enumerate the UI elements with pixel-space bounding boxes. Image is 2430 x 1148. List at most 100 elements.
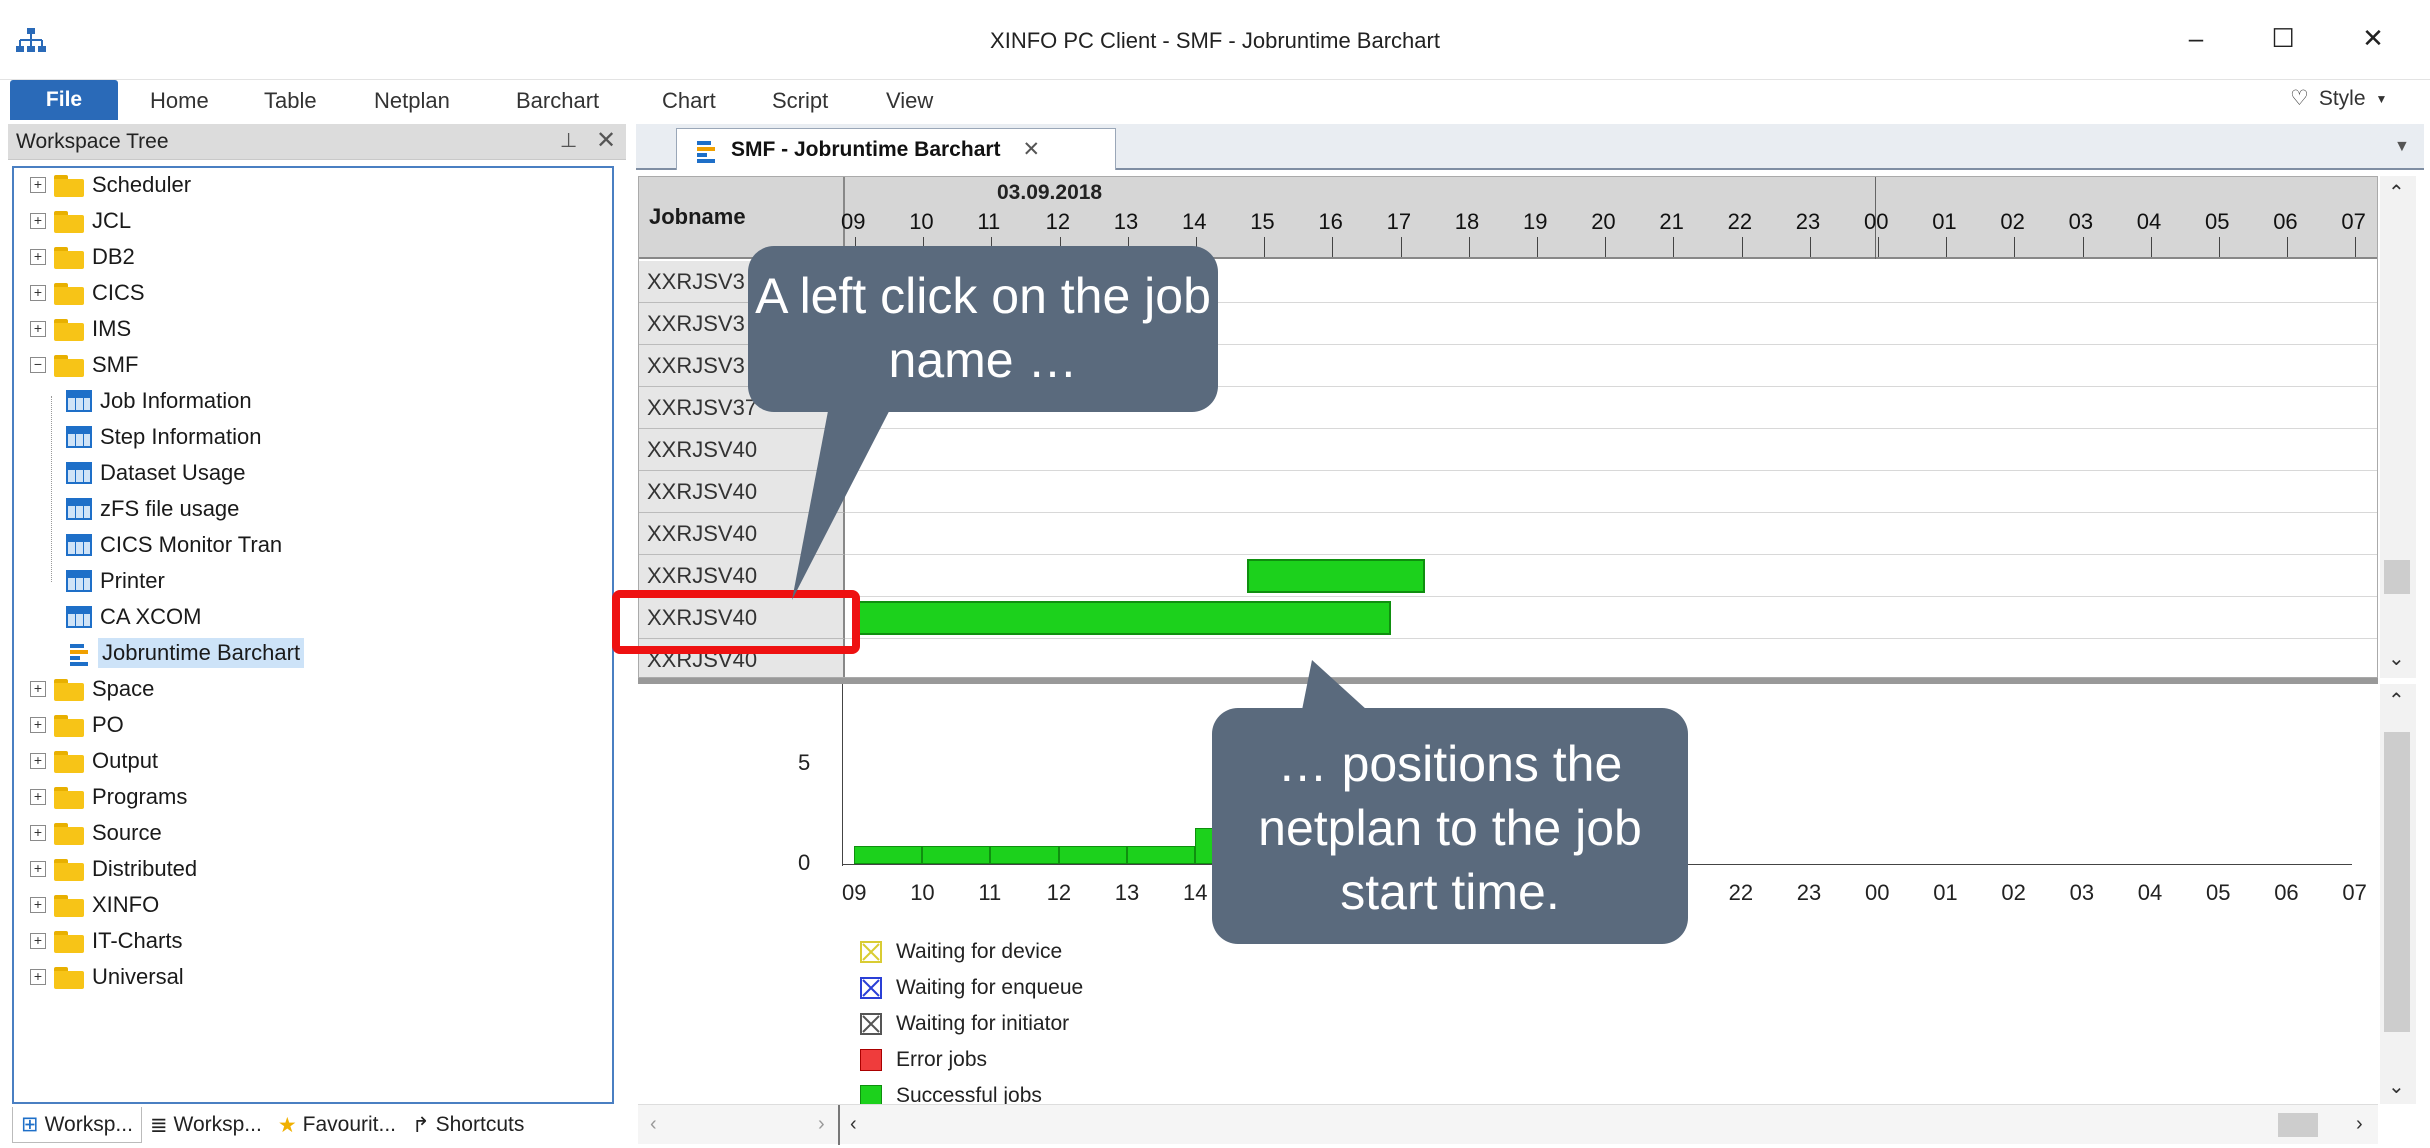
tree-item-db2[interactable]: + DB2 — [30, 240, 135, 274]
highlight-jobname-box — [612, 590, 860, 654]
tab-workspace-tree[interactable]: ⊞ Worksp... — [12, 1107, 142, 1143]
hour-label: 14 — [1182, 209, 1207, 234]
scroll-down-icon[interactable]: ⌄ — [2388, 646, 2405, 671]
tree-item-space[interactable]: + Space — [30, 672, 154, 706]
tree-item-scheduler[interactable]: + Scheduler — [30, 168, 191, 202]
tree-item-ims[interactable]: + IMS — [30, 312, 131, 346]
expand-icon[interactable]: + — [30, 681, 46, 697]
histogram-bar — [922, 846, 991, 864]
hour-tick — [1332, 237, 1334, 257]
hour-label: 11 — [977, 209, 1001, 234]
tab-file[interactable]: File — [10, 80, 118, 120]
window-title: XINFO PC Client - SMF - Jobruntime Barch… — [990, 28, 1440, 53]
scroll-right-icon[interactable]: › — [818, 1113, 825, 1136]
gantt-scrollbar[interactable]: ⌃ ⌄ — [2380, 176, 2416, 678]
table-icon — [66, 498, 92, 520]
tree-item-job-information[interactable]: Job Information — [66, 384, 252, 418]
scroll-thumb[interactable] — [2278, 1113, 2318, 1137]
scroll-up-icon[interactable]: ⌃ — [2388, 180, 2405, 205]
tab-chart[interactable]: Chart — [662, 88, 716, 114]
scroll-left-icon[interactable]: ‹ — [850, 1113, 857, 1136]
expand-icon[interactable]: + — [30, 825, 46, 841]
scroll-down-icon[interactable]: ⌄ — [2388, 1074, 2405, 1099]
tree-item-output[interactable]: + Output — [30, 744, 158, 778]
close-tab-icon[interactable]: ✕ — [1023, 137, 1041, 162]
table-icon — [66, 570, 92, 592]
tree-item-jobruntime-barchart[interactable]: Jobruntime Barchart — [66, 636, 305, 670]
tree-item-source[interactable]: + Source — [30, 816, 162, 850]
tab-favourites[interactable]: ★ Favourit... — [270, 1107, 404, 1143]
collapse-icon[interactable]: − — [30, 357, 46, 373]
tree-item-ca-xcom[interactable]: CA XCOM — [66, 600, 201, 634]
table-icon — [66, 606, 92, 628]
job-name-cell[interactable]: XXRJSV40 — [639, 429, 845, 471]
tree-item-cics-monitor-tran[interactable]: CICS Monitor Tran — [66, 528, 282, 562]
tree-item-zfs-file-usage[interactable]: zFS file usage — [66, 492, 239, 526]
x-tick-label: 12 — [1046, 880, 1072, 905]
tab-jobruntime-barchart[interactable]: SMF - Jobruntime Barchart ✕ — [676, 128, 1116, 170]
tab-script[interactable]: Script — [772, 88, 828, 114]
expand-icon[interactable]: + — [30, 177, 46, 193]
expand-icon[interactable]: + — [30, 969, 46, 985]
tree-item-label: Programs — [92, 784, 188, 809]
x-tick-label: 07 — [2342, 880, 2367, 905]
tab-home[interactable]: Home — [150, 88, 209, 114]
hour-tick — [2355, 237, 2357, 257]
tree-item-po[interactable]: + PO — [30, 708, 124, 742]
expand-icon[interactable]: + — [30, 213, 46, 229]
expand-icon[interactable]: + — [30, 249, 46, 265]
hour-label: 21 — [1659, 209, 1684, 234]
tree-item-printer[interactable]: Printer — [66, 564, 165, 598]
tree-item-jcl[interactable]: + JCL — [30, 204, 131, 238]
legend-item-waiting-initiator: Waiting for initiator — [860, 1006, 1083, 1042]
expand-icon[interactable]: + — [30, 789, 46, 805]
expand-icon[interactable]: + — [30, 717, 46, 733]
histogram-scrollbar[interactable]: ⌃ ⌄ — [2380, 684, 2416, 1104]
tree-item-dataset-usage[interactable]: Dataset Usage — [66, 456, 246, 490]
tree-item-programs[interactable]: + Programs — [30, 780, 187, 814]
hour-tick — [2150, 237, 2152, 257]
document-tab-label: SMF - Jobruntime Barchart — [731, 137, 1001, 161]
expand-icon[interactable]: + — [30, 933, 46, 949]
maximize-button[interactable]: ☐ — [2255, 18, 2311, 58]
tree-item-cics[interactable]: + CICS — [30, 276, 145, 310]
tab-shortcuts[interactable]: ↱ Shortcuts — [404, 1107, 532, 1143]
pin-icon[interactable]: ⊥ — [560, 128, 577, 153]
expand-icon[interactable]: + — [30, 753, 46, 769]
tab-netplan[interactable]: Netplan — [374, 88, 450, 114]
job-name-cell[interactable]: XXRJSV40 — [639, 513, 845, 555]
scroll-thumb[interactable] — [2384, 560, 2410, 594]
expand-icon[interactable]: + — [30, 321, 46, 337]
job-runtime-bar[interactable] — [853, 601, 1391, 635]
tab-view[interactable]: View — [886, 88, 933, 114]
style-menu[interactable]: ♡ Style ▼ — [2290, 86, 2387, 111]
tree-item-universal[interactable]: + Universal — [30, 960, 184, 994]
tree-item-smf[interactable]: − SMF — [30, 348, 138, 382]
tab-dropdown-icon[interactable]: ▼ — [2394, 138, 2410, 156]
tree-item-step-information[interactable]: Step Information — [66, 420, 261, 454]
tab-table[interactable]: Table — [264, 88, 317, 114]
job-runtime-bar[interactable] — [1247, 559, 1425, 593]
minimize-button[interactable]: – — [2168, 18, 2224, 58]
scroll-up-icon[interactable]: ⌃ — [2388, 688, 2405, 713]
hour-tick — [1400, 237, 1402, 257]
expand-icon[interactable]: + — [30, 897, 46, 913]
close-button[interactable]: ✕ — [2345, 18, 2401, 58]
tree-item-distributed[interactable]: + Distributed — [30, 852, 197, 886]
tab-workspace-list[interactable]: ≣ Worksp... — [142, 1107, 270, 1143]
expand-icon[interactable]: + — [30, 285, 46, 301]
ribbon-tabs: File Home Table Netplan Barchart Chart S… — [0, 80, 2430, 124]
tree-item-label: XINFO — [92, 892, 160, 917]
horizontal-scrollbar[interactable]: ‹ › ‹ › — [638, 1104, 2378, 1145]
expand-icon[interactable]: + — [30, 861, 46, 877]
scroll-right-icon[interactable]: › — [2356, 1113, 2363, 1136]
close-panel-icon[interactable]: ✕ — [596, 126, 616, 155]
tree-item-xinfo[interactable]: + XINFO — [30, 888, 159, 922]
tab-barchart[interactable]: Barchart — [516, 88, 599, 114]
job-name-cell[interactable]: XXRJSV40 — [639, 471, 845, 513]
scroll-left-icon[interactable]: ‹ — [650, 1113, 657, 1136]
tree-item-it-charts[interactable]: + IT-Charts — [30, 924, 182, 958]
folder-icon — [54, 245, 84, 269]
hour-tick — [1878, 237, 1879, 257]
scroll-thumb[interactable] — [2384, 732, 2410, 1032]
